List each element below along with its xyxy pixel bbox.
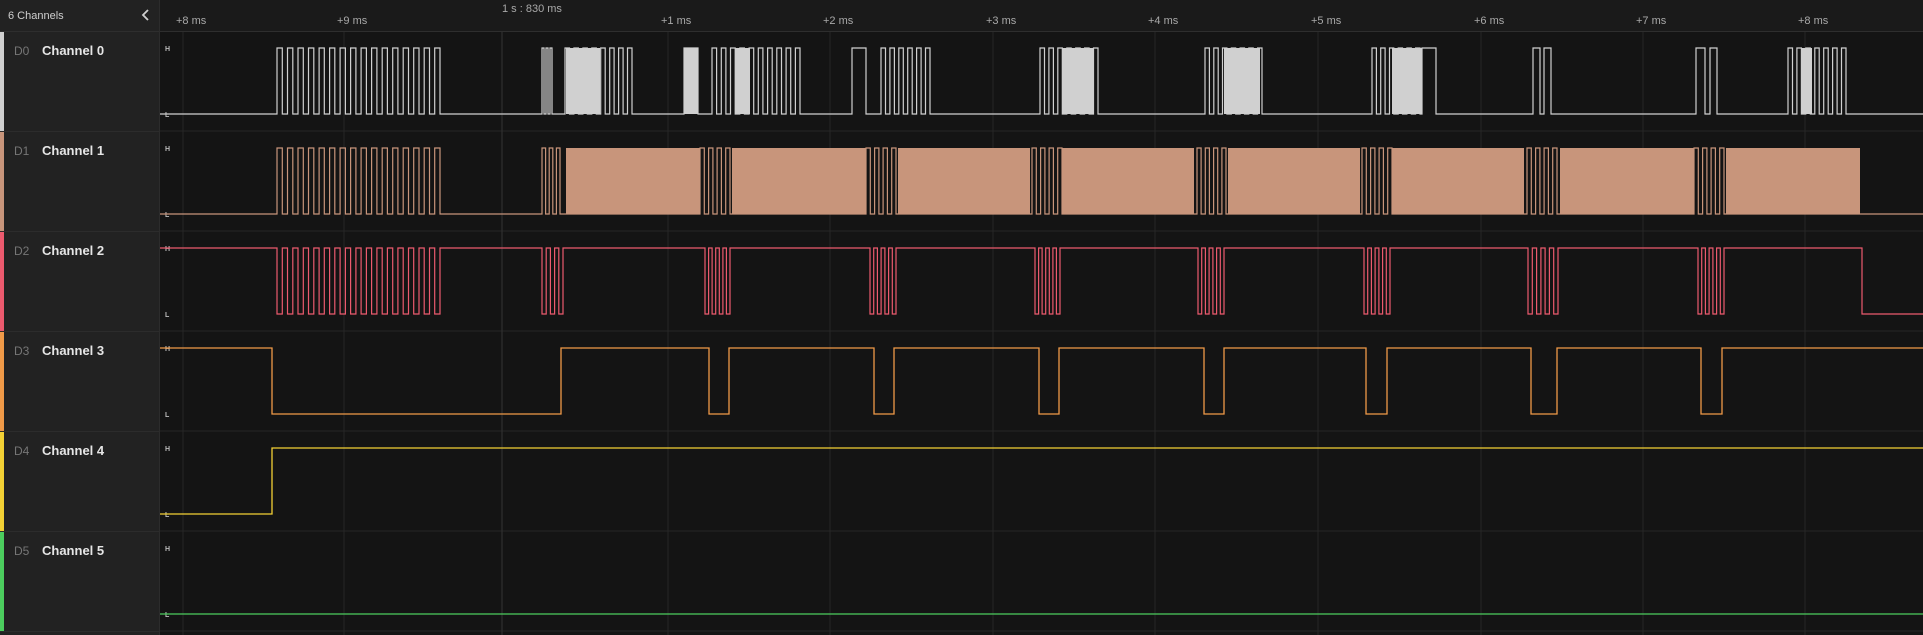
sidebar-header: 6 Channels [0, 0, 159, 32]
time-tick-label: +8 ms [176, 15, 207, 27]
channel-1-dense-block [1726, 148, 1860, 214]
channel-row-1[interactable]: D1 Channel 1 [0, 132, 159, 232]
channel-id: D4 [14, 444, 30, 458]
high-level-label: H [165, 446, 170, 453]
channel-id: D0 [14, 44, 30, 58]
channel-row-2[interactable]: D2 Channel 2 [0, 232, 159, 332]
channel-1-trace [160, 147, 1923, 215]
time-tick-label: +4 ms [1148, 15, 1179, 27]
channel-0-dense-block [1224, 48, 1260, 114]
channel-1-dense-block [1392, 148, 1524, 214]
channel-1-dense-block [1062, 148, 1194, 214]
time-tick-label: +3 ms [986, 15, 1017, 27]
channel-0-dense-block [1392, 48, 1422, 114]
high-level-label: H [165, 146, 170, 153]
high-level-label: H [165, 46, 170, 53]
channel-row-4[interactable]: D4 Channel 4 [0, 432, 159, 532]
channel-color-stripe [0, 32, 4, 131]
collapse-sidebar-button[interactable] [138, 7, 154, 23]
waveform-canvas[interactable]: H L H L H L H L H L H L [0, 0, 1923, 635]
channel-1-dense-block [1560, 148, 1694, 214]
channel-1-dense-block [566, 148, 700, 214]
channel-name[interactable]: Channel 1 [42, 143, 104, 158]
channel-id: D1 [14, 144, 30, 158]
channel-row-0[interactable]: D0 Channel 0 [0, 32, 159, 132]
low-level-label: L [165, 212, 170, 219]
high-level-label: H [165, 346, 170, 353]
channel-sidebar: 6 Channels D0 Channel 0 D1 Channel 1 D2 Chann… [0, 0, 160, 635]
channel-row-3[interactable]: D3 Channel 3 [0, 332, 159, 432]
channel-3-trace [160, 347, 1923, 415]
channel-1-dense-block [1228, 148, 1360, 214]
chevron-left-icon [141, 9, 149, 21]
time-tick-label: +9 ms [337, 15, 368, 27]
channel-0-trace [160, 47, 1923, 115]
channel-color-stripe [0, 532, 4, 631]
timeline-ruler[interactable]: 1 s : 830 ms +8 ms +9 ms +1 ms +2 ms +3 ms +4… [160, 0, 1923, 32]
channel-2-trace [160, 247, 1923, 315]
channel-0-dense-block [566, 48, 600, 114]
channel-0-dense-block [735, 48, 750, 114]
channel-count-label: 6 Channels [8, 10, 64, 22]
time-tick-label: +6 ms [1474, 15, 1505, 27]
channel-name[interactable]: Channel 4 [42, 443, 104, 458]
channel-1-dense-block [898, 148, 1030, 214]
channel-0-dense-block [1062, 48, 1094, 114]
channel-name[interactable]: Channel 5 [42, 543, 104, 558]
channel-0-dense-block [1802, 48, 1812, 114]
low-level-label: L [165, 612, 170, 619]
channel-name[interactable]: Channel 2 [42, 243, 104, 258]
channel-id: D2 [14, 244, 30, 258]
channel-name[interactable]: Channel 0 [42, 43, 104, 58]
channel-id: D3 [14, 344, 30, 358]
high-level-label: H [165, 246, 170, 253]
low-level-label: L [165, 312, 170, 319]
time-tick-label: +1 ms [661, 15, 692, 27]
low-level-label: L [165, 412, 170, 419]
channel-row-5[interactable]: D5 Channel 5 [0, 532, 159, 632]
high-level-label: H [165, 546, 170, 553]
channel-id: D5 [14, 544, 30, 558]
channel-1-dense-block [732, 148, 866, 214]
channel-4-trace [160, 447, 1923, 515]
time-tick-label: +8 ms [1798, 15, 1829, 27]
low-level-label: L [165, 512, 170, 519]
channel-0-dense-block [684, 48, 698, 114]
channel-color-stripe [0, 232, 4, 331]
time-tick-label: +2 ms [823, 15, 854, 27]
channel-color-stripe [0, 332, 4, 431]
channel-color-stripe [0, 432, 4, 531]
low-level-label: L [165, 112, 170, 119]
channel-name[interactable]: Channel 3 [42, 343, 104, 358]
channel-color-stripe [0, 132, 4, 231]
trigger-time-label: 1 s : 830 ms [502, 3, 562, 15]
time-tick-label: +5 ms [1311, 15, 1342, 27]
time-tick-label: +7 ms [1636, 15, 1667, 27]
